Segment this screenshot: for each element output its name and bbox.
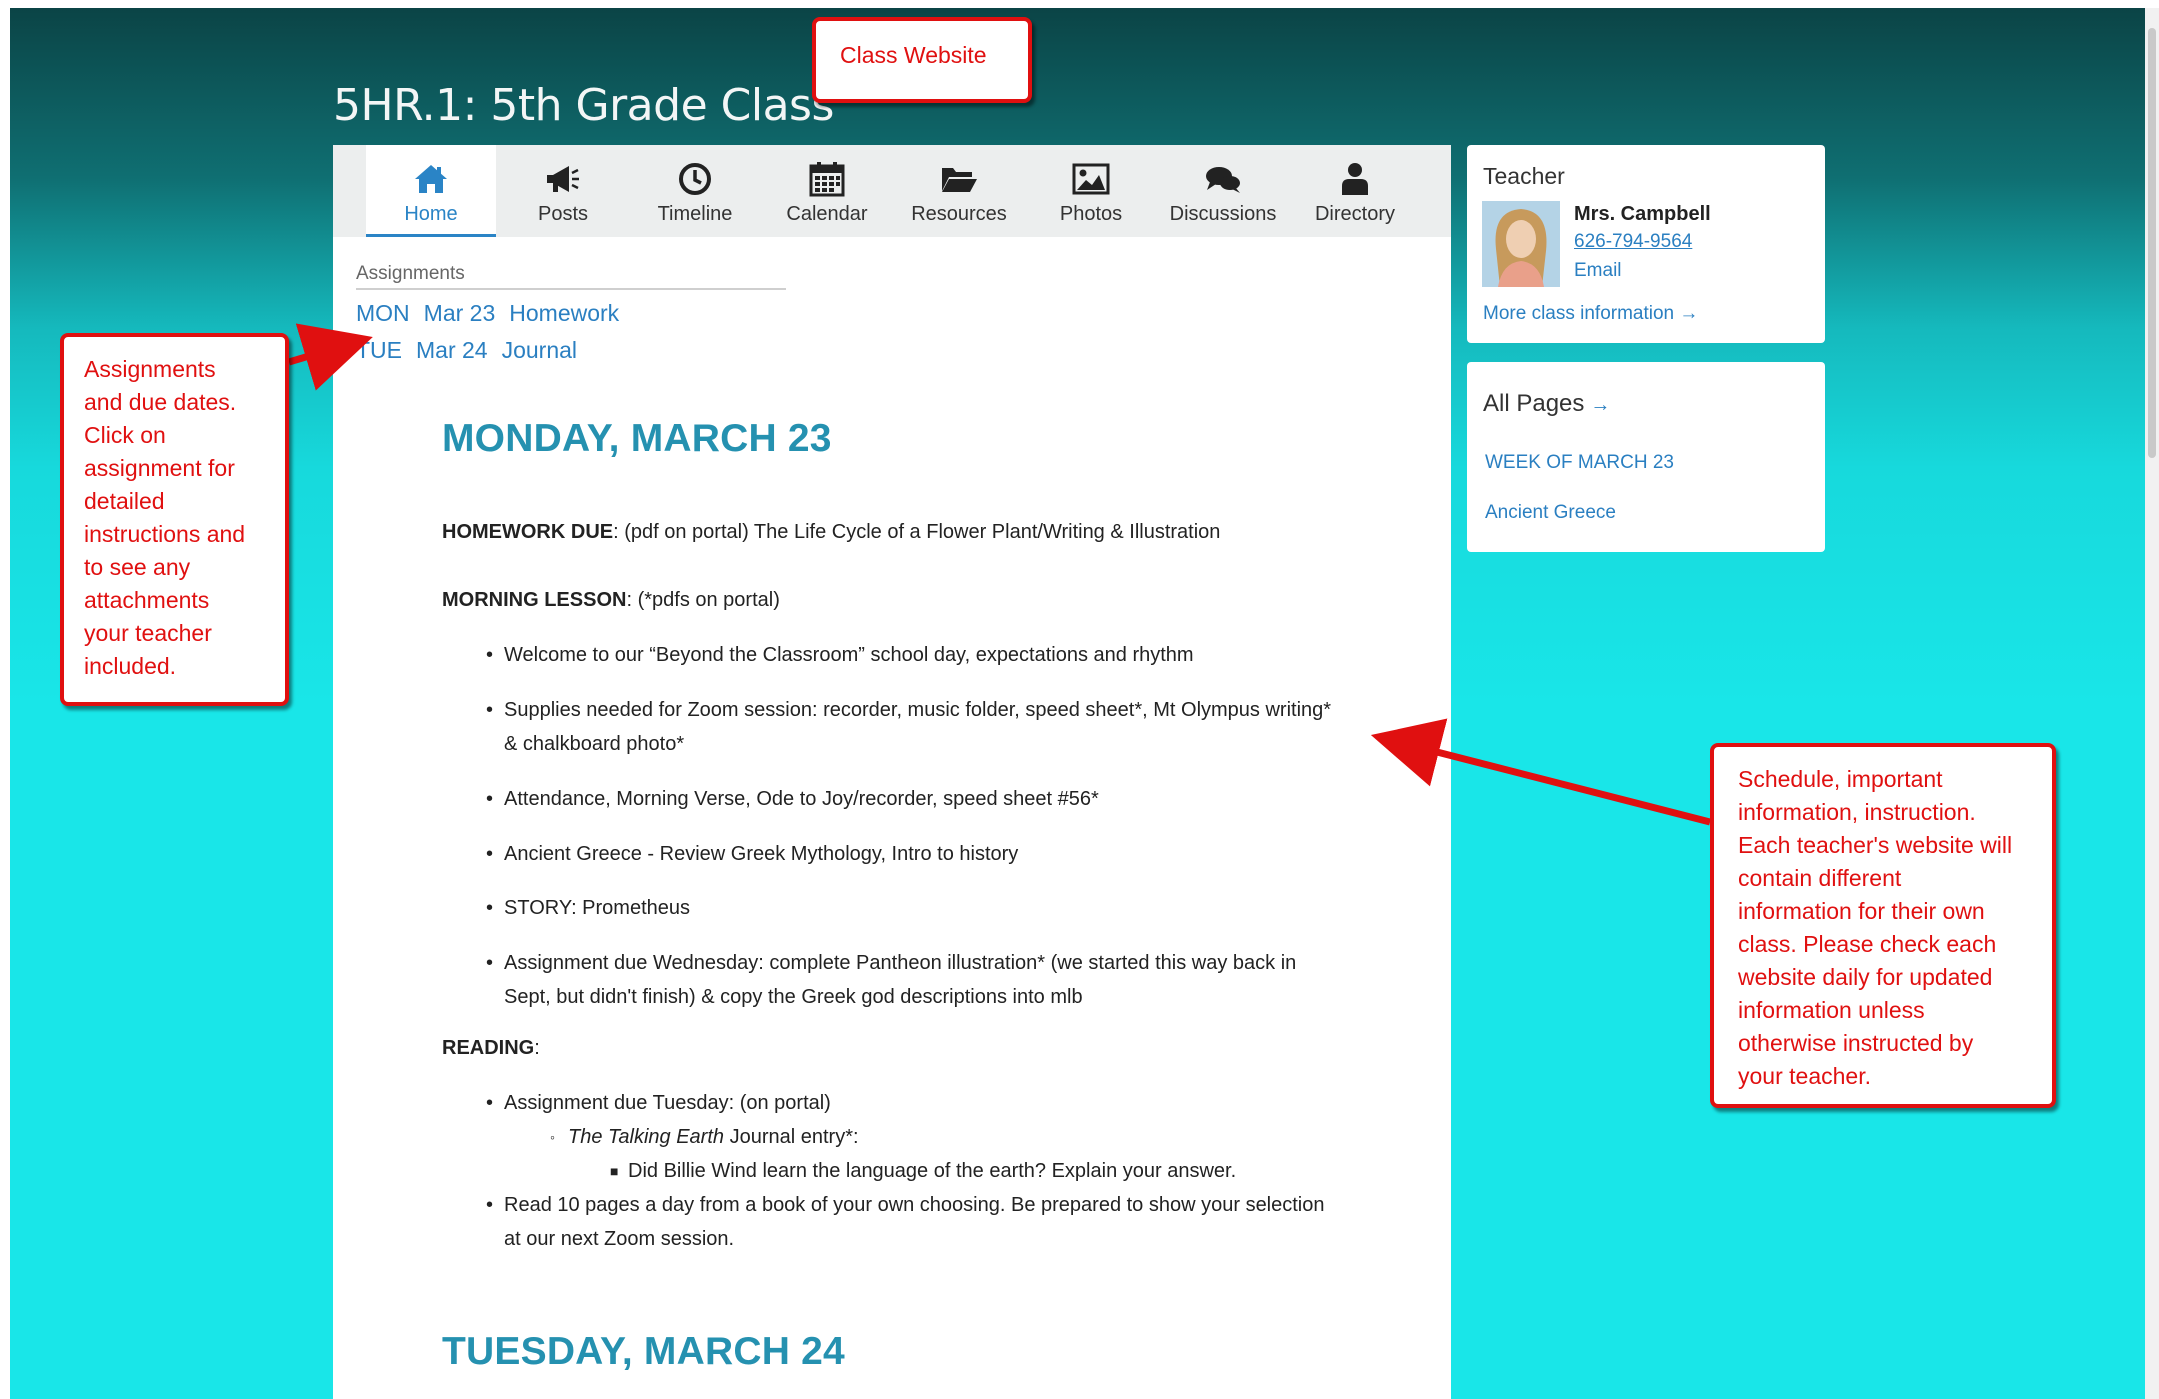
sub-list-item: ◦ The Talking Earth Journal entry*: — [550, 1126, 859, 1148]
tab-label: Discussions — [1169, 203, 1277, 225]
tab-home[interactable]: Home — [366, 145, 496, 237]
tab-directory[interactable]: Directory — [1290, 145, 1420, 237]
list-item: • Read 10 pages a day from a book of your… — [486, 1194, 1325, 1216]
folder-icon — [942, 168, 977, 192]
tab-timeline[interactable]: Timeline — [630, 145, 760, 237]
chat-icon — [1206, 167, 1240, 193]
lesson-line: MORNING LESSON: (*pdfs on portal) — [442, 583, 1342, 617]
tab-label: Posts — [537, 203, 589, 225]
avatar — [1482, 201, 1560, 287]
teacher-email-link[interactable]: Email — [1574, 260, 1622, 282]
arrow-right-icon: → — [1590, 394, 1611, 416]
callout-schedule: Schedule, important information, instruct… — [1710, 743, 2056, 1108]
assignment-day: TUE — [356, 337, 402, 363]
tab-photos[interactable]: Photos — [1026, 145, 1156, 237]
assignment-title: Homework — [509, 300, 620, 326]
teacher-card: Teacher Mrs. Campbell 626-794-9564 Email… — [1467, 145, 1825, 343]
all-pages-link[interactable]: All Pages → — [1483, 390, 1610, 418]
tab-resources[interactable]: Resources — [894, 145, 1024, 237]
page-link[interactable]: Ancient Greece — [1485, 502, 1616, 524]
more-class-info-link[interactable]: More class information → — [1483, 303, 1698, 325]
home-icon — [415, 165, 447, 193]
list-item: • STORY: Prometheus — [486, 897, 691, 919]
homework-label: HOMEWORK DUE — [442, 521, 614, 543]
tab-label: Calendar — [786, 203, 868, 225]
list-item-continuation: & chalkboard photo* — [504, 733, 685, 755]
homework-line: HOMEWORK DUE: (pdf on portal) The Life C… — [442, 515, 1342, 549]
calendar-icon — [809, 162, 845, 197]
megaphone-icon — [547, 166, 579, 192]
assignment-day: MON — [356, 300, 410, 326]
reading-line: READING: — [442, 1037, 540, 1059]
assignment-title: Journal — [501, 337, 578, 363]
lesson-text: : (*pdfs on portal) — [626, 589, 780, 611]
list-item: • Attendance, Morning Verse, Ode to Joy/r… — [486, 788, 1099, 810]
reading-label: READING — [442, 1037, 535, 1059]
callout-class-website: Class Website — [812, 17, 1032, 103]
image-icon — [1072, 163, 1110, 195]
list-item: • Welcome to our “Beyond the Classroom” s… — [486, 644, 1194, 666]
list-item: • Assignment due Tuesday: (on portal) — [486, 1092, 831, 1114]
day-heading: MONDAY, MARCH 23 — [442, 417, 832, 460]
assignment-date: Mar 23 — [423, 300, 496, 326]
list-item: • Ancient Greece - Review Greek Mythology… — [486, 843, 1019, 865]
tab-label: Home — [404, 203, 458, 225]
assignment-item[interactable]: MON Mar 23 Homework — [356, 300, 633, 327]
tab-label: Directory — [1314, 203, 1395, 225]
assignment-date: Mar 24 — [416, 337, 488, 363]
scrollbar[interactable] — [2145, 8, 2159, 1399]
main-content: Home Posts Timeline Calendar Resources P… — [333, 145, 1451, 1399]
teacher-phone-link[interactable]: 626-794-9564 — [1574, 231, 1692, 253]
list-item: • Assignment due Wednesday: complete Pant… — [486, 952, 1297, 974]
divider — [356, 288, 786, 290]
page-link[interactable]: WEEK OF MARCH 23 — [1485, 452, 1674, 474]
callout-assignments: Assignments and due dates. Click on assignm… — [60, 333, 289, 706]
teacher-name: Mrs. Campbell — [1574, 203, 1711, 225]
day-heading: TUESDAY, MARCH 24 — [442, 1330, 845, 1373]
tab-calendar[interactable]: Calendar — [762, 145, 892, 237]
list-item-continuation: at our next Zoom session. — [504, 1228, 735, 1250]
clock-icon — [679, 163, 711, 195]
homework-text: : (pdf on portal) The Life Cycle of a Fl… — [613, 521, 1221, 543]
page-title: 5HR.1: 5th Grade Class — [333, 80, 834, 131]
list-item-continuation: Sept, but didn't finish) & copy the Gree… — [504, 986, 1083, 1008]
lesson-label: MORNING LESSON — [442, 589, 627, 611]
person-icon — [1342, 163, 1368, 195]
assignment-item[interactable]: TUE Mar 24 Journal — [356, 337, 591, 364]
all-pages-card: All Pages → WEEK OF MARCH 23 Ancient Gree… — [1467, 362, 1825, 552]
teacher-label: Teacher — [1483, 163, 1565, 189]
tab-label: Photos — [1059, 203, 1123, 225]
list-item: • Supplies needed for Zoom session: recor… — [486, 699, 1332, 721]
tab-label: Resources — [911, 203, 1007, 225]
tab-posts[interactable]: Posts — [498, 145, 628, 237]
nav-bar: Home Posts Timeline Calendar Resources P… — [333, 145, 1451, 237]
tab-discussions[interactable]: Discussions — [1158, 145, 1288, 237]
tab-label: Timeline — [657, 203, 733, 225]
assignments-heading: Assignments — [356, 263, 465, 284]
scrollbar-thumb[interactable] — [2148, 28, 2156, 458]
sub-sub-list-item: ■ Did Billie Wind learn the language of t… — [610, 1160, 1237, 1182]
